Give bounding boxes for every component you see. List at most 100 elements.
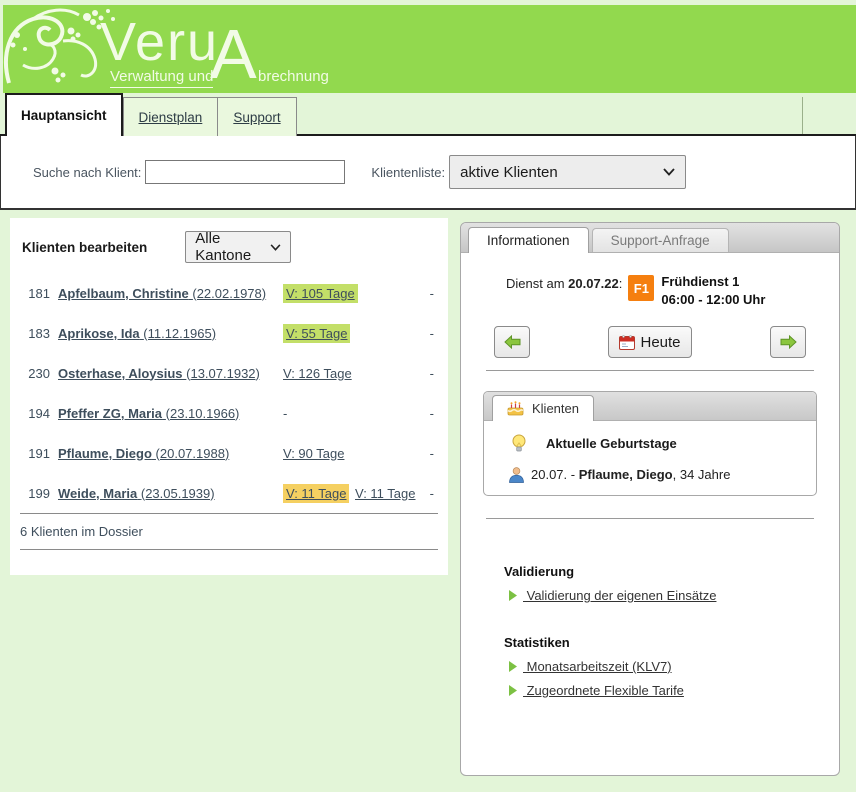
client-name-cell: Apfelbaum, Christine (22.02.1978) <box>58 286 275 301</box>
tab-support-label[interactable]: Support <box>233 110 280 125</box>
validation-days-1[interactable]: - <box>283 406 287 421</box>
client-row: 194 Pfeffer ZG, Maria (23.10.1966) - - <box>10 393 448 433</box>
today-button[interactable]: Heute <box>608 326 691 358</box>
klientenliste-label: Klientenliste: <box>371 165 445 180</box>
clients-panel: Klienten bearbeiten Alle Kantone 181 Apf… <box>10 218 448 575</box>
statistik-link[interactable]: Zugeordnete Flexible Tarife <box>523 683 684 698</box>
info-panel-divider <box>486 518 814 519</box>
client-name-cell: Osterhase, Aloysius (13.07.1932) <box>58 366 275 381</box>
client-row: 183 Aprikose, Ida (11.12.1965) V: 55 Tag… <box>10 313 448 353</box>
client-id: 181 <box>20 286 50 301</box>
clients-panel-divider <box>20 549 438 550</box>
arrow-left-icon <box>504 335 521 349</box>
tab-klienten[interactable]: Klienten <box>492 395 594 421</box>
validation-days-1[interactable]: V: 105 Tage <box>283 286 358 301</box>
arrow-right-icon <box>780 335 797 349</box>
shift-time: 06:00 - 12:00 Uhr <box>661 291 765 309</box>
person-icon <box>508 466 525 483</box>
statistik-link[interactable]: Monatsarbeitszeit (KLV7) <box>523 659 672 674</box>
klienten-box: Klienten Aktuelle Geburtstage 20.07. - P… <box>483 391 817 496</box>
statistik-link-row: Monatsarbeitszeit (KLV7) <box>508 659 839 674</box>
client-row-dash: - <box>427 406 434 421</box>
logo-subtitle-left: Verwaltung und <box>110 69 213 88</box>
tab-klienten-label: Klienten <box>532 401 579 416</box>
main-tabstrip: Hauptansicht Dienstplan Support <box>0 93 856 136</box>
client-id: 194 <box>20 406 50 421</box>
client-id: 191 <box>20 446 50 461</box>
birthday-heading-row: Aktuelle Geburtstage <box>511 434 816 453</box>
previous-day-button[interactable] <box>494 326 530 358</box>
app-header: Veru A Verwaltung und brechnung <box>3 5 856 93</box>
search-label: Suche nach Klient: <box>33 165 141 180</box>
dienst-info: Dienst am 20.07.22: F1 Frühdienst 1 06:0… <box>506 273 839 309</box>
client-row-dash: - <box>427 286 434 301</box>
validierung-heading: Validierung <box>504 564 839 579</box>
calendar-icon <box>619 335 635 350</box>
clients-panel-title: Klienten bearbeiten <box>22 240 147 255</box>
birthday-person-name: Pflaume, Diego <box>579 467 673 482</box>
client-name-cell: Pfeffer ZG, Maria (23.10.1966) <box>58 406 275 421</box>
client-row: 191 Pflaume, Diego (20.07.1988) V: 90 Ta… <box>10 433 448 473</box>
info-panel: Informationen Support-Anfrage Dienst am … <box>460 222 840 776</box>
chevron-down-icon <box>270 244 281 251</box>
green-arrow-bullet-icon <box>508 589 518 602</box>
klientenliste-select[interactable]: aktive Klienten <box>449 155 686 189</box>
client-name-link[interactable]: Pflaume, Diego (20.07.1988) <box>58 446 229 461</box>
client-name-cell: Aprikose, Ida (11.12.1965) <box>58 326 275 341</box>
validation-days-1[interactable]: V: 90 Tage <box>283 446 344 461</box>
tab-dienstplan[interactable]: Dienstplan <box>123 97 219 136</box>
klienten-box-tabbar: Klienten <box>484 392 816 421</box>
tabstrip-end-divider <box>802 97 803 134</box>
date-navigation: Heute <box>494 326 806 358</box>
tab-support-anfrage-label: Support-Anfrage <box>611 233 710 248</box>
client-row: 199 Weide, Maria (23.05.1939) V: 11 Tage… <box>10 473 448 513</box>
shift-badge: F1 <box>628 275 654 301</box>
dienst-label: Dienst am 20.07.22: <box>506 276 622 291</box>
tab-hauptansicht[interactable]: Hauptansicht <box>5 93 123 136</box>
kantone-select[interactable]: Alle Kantone <box>185 231 291 263</box>
tab-informationen-label: Informationen <box>487 233 570 248</box>
client-name-link[interactable]: Weide, Maria (23.05.1939) <box>58 486 215 501</box>
tab-support[interactable]: Support <box>218 97 296 136</box>
client-row-dash: - <box>427 326 434 341</box>
klientenliste-selected-value: aktive Klienten <box>460 164 558 181</box>
birthday-cake-icon <box>507 401 524 416</box>
today-button-label: Heute <box>640 334 680 351</box>
client-name-link[interactable]: Pfeffer ZG, Maria (23.10.1966) <box>58 406 239 421</box>
search-input[interactable] <box>145 160 345 184</box>
client-name-link[interactable]: Osterhase, Aloysius (13.07.1932) <box>58 366 260 381</box>
clients-panel-header: Klienten bearbeiten Alle Kantone <box>10 218 448 264</box>
client-row: 230 Osterhase, Aloysius (13.07.1932) V: … <box>10 353 448 393</box>
validation-days-2[interactable]: V: 11 Tage <box>355 486 415 501</box>
client-id: 183 <box>20 326 50 341</box>
birthday-entry: 20.07. - Pflaume, Diego, 34 Jahre <box>508 466 816 483</box>
next-day-button[interactable] <box>770 326 806 358</box>
validation-days-1[interactable]: V: 126 Tage <box>283 366 352 381</box>
dienst-date: 20.07.22 <box>568 276 619 291</box>
client-name-cell: Pflaume, Diego (20.07.1988) <box>58 446 275 461</box>
client-id: 199 <box>20 486 50 501</box>
validierung-link-row: Validierung der eigenen Einsätze <box>508 588 839 603</box>
client-row-dash: - <box>427 366 434 381</box>
tab-support-anfrage[interactable]: Support-Anfrage <box>592 228 729 252</box>
validierung-link[interactable]: Validierung der eigenen Einsätze <box>523 588 716 603</box>
green-arrow-bullet-icon <box>508 660 518 673</box>
statistik-link-row: Zugeordnete Flexible Tarife <box>508 683 839 698</box>
tab-informationen[interactable]: Informationen <box>468 227 589 253</box>
tab-dienstplan-label[interactable]: Dienstplan <box>139 110 203 125</box>
chevron-down-icon <box>663 168 675 176</box>
verua-app: Veru A Verwaltung und brechnung Hauptans… <box>0 0 856 792</box>
info-panel-divider <box>486 370 814 371</box>
validation-days-1[interactable]: V: 11 Tage <box>283 486 349 501</box>
birthday-heading: Aktuelle Geburtstage <box>546 436 677 451</box>
client-list: 181 Apfelbaum, Christine (22.02.1978) V:… <box>10 273 448 513</box>
logo-subtitle-right: brechnung <box>258 69 329 85</box>
client-name-link[interactable]: Apfelbaum, Christine (22.02.1978) <box>58 286 266 301</box>
validation-days-1[interactable]: V: 55 Tage <box>283 326 350 341</box>
client-row: 181 Apfelbaum, Christine (22.02.1978) V:… <box>10 273 448 313</box>
green-arrow-bullet-icon <box>508 684 518 697</box>
client-name-cell: Weide, Maria (23.05.1939) <box>58 486 275 501</box>
clients-count: 6 Klienten im Dossier <box>10 514 448 549</box>
client-name-link[interactable]: Aprikose, Ida (11.12.1965) <box>58 326 216 341</box>
shift-details: Frühdienst 1 06:00 - 12:00 Uhr <box>661 273 765 309</box>
